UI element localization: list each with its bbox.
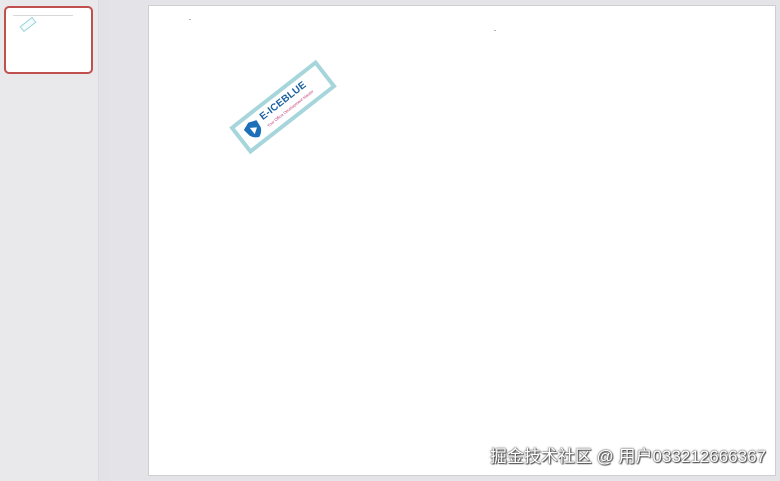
slide-mark: [189, 19, 191, 20]
slides-pane: [0, 0, 98, 481]
thumbnail-logo: [19, 16, 37, 33]
watermark-text: 掘金技术社区 @ 用户033212666367: [489, 447, 766, 466]
shield-play-icon: [243, 120, 262, 138]
slide-thumbnail-1[interactable]: [4, 6, 93, 74]
slide-mark: [494, 30, 496, 31]
eiceblue-logo-image[interactable]: E-ICEBLUE Your Office Development Master: [229, 59, 337, 155]
slide-editor[interactable]: E-ICEBLUE Your Office Development Master: [148, 5, 776, 476]
thumbnail-text-line: [13, 15, 73, 16]
